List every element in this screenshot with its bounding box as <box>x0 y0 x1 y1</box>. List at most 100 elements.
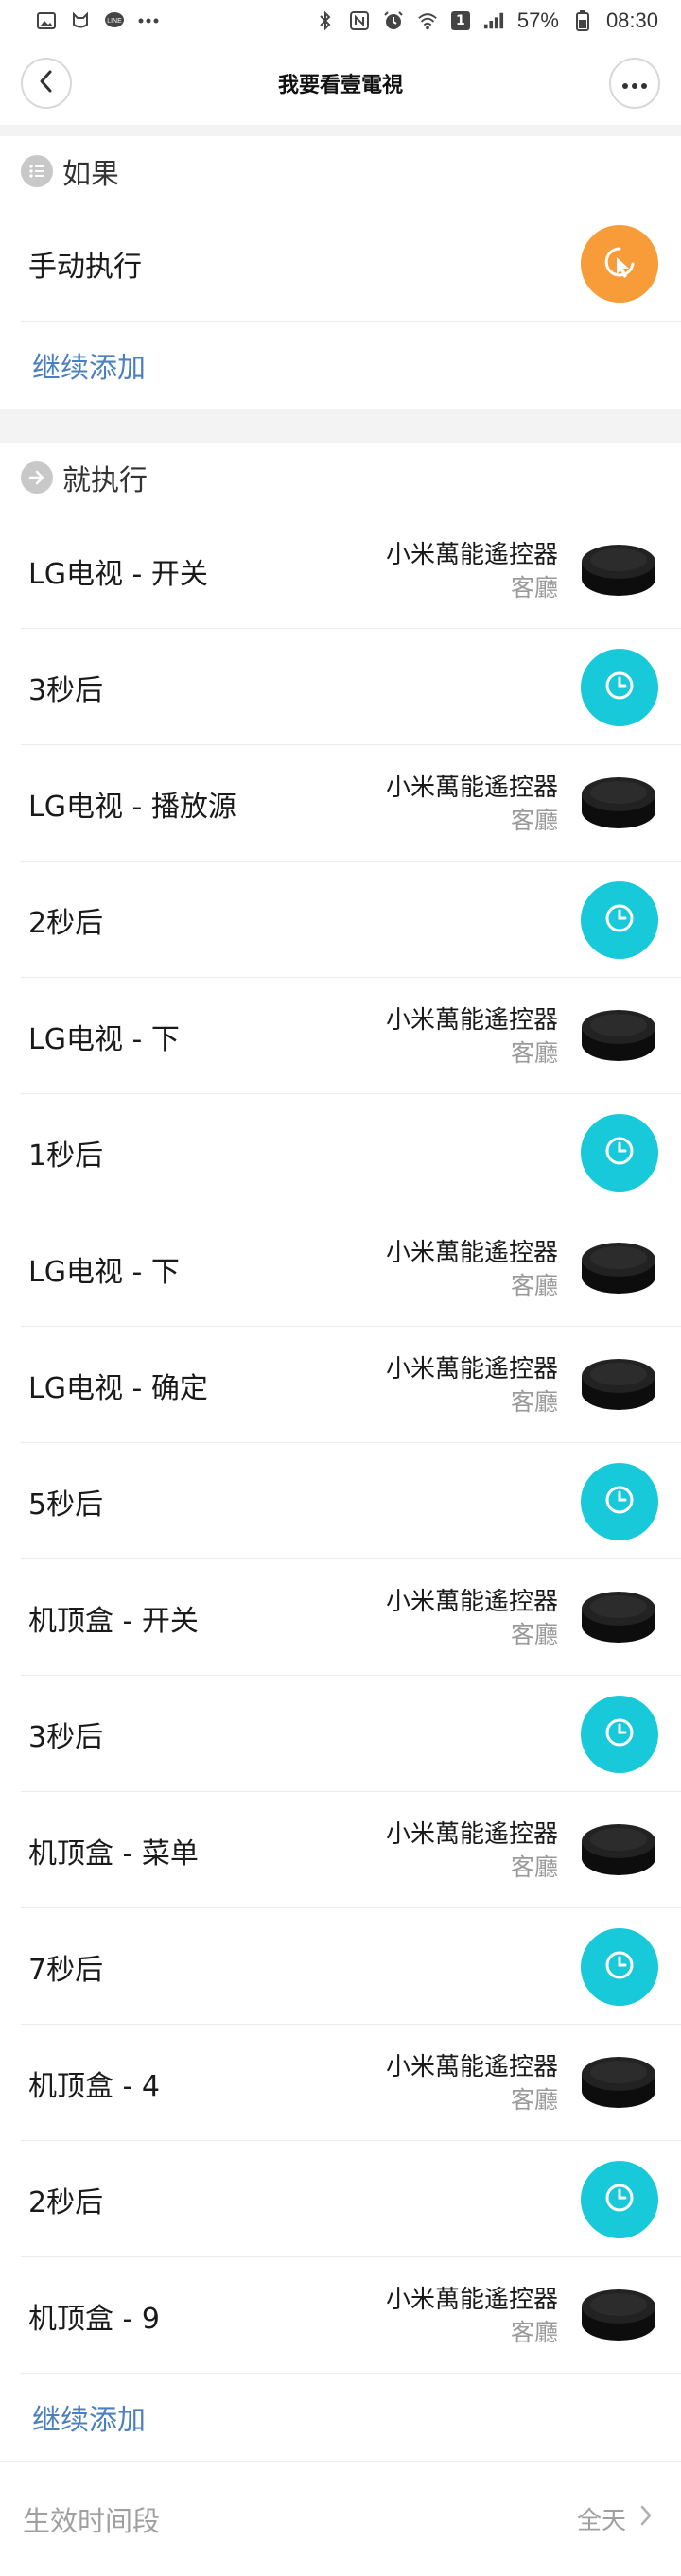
effective-period-value: 全天 <box>576 2507 626 2535</box>
action-label: LG电视 - 开关 <box>28 557 208 591</box>
clock-icon <box>602 668 637 707</box>
device-meta: 小米萬能遙控器客廳 <box>386 1818 558 1884</box>
device-action-row[interactable]: LG电视 - 开关 小米萬能遙控器客廳 <box>0 513 681 629</box>
battery-percent: 57% <box>516 9 559 32</box>
device-action-row[interactable]: 机顶盒 - 开关 小米萬能遙控器 客廳 <box>0 1559 681 1676</box>
device-name: 小米萬能遙控器 <box>385 1005 558 1035</box>
ir-remote-puck-icon <box>579 2276 658 2356</box>
trigger-label: 手动执行 <box>28 251 142 284</box>
signal-icon <box>483 10 504 31</box>
delay-button[interactable] <box>581 2160 658 2238</box>
clock-icon <box>602 1482 637 1522</box>
delay-action-row[interactable]: 2秒后 <box>0 862 681 978</box>
device-meta: 小米萬能遙控器客廳 <box>386 2050 558 2116</box>
action-label: 机顶盒 - 4 <box>28 2069 160 2103</box>
page-title: 我要看壹電視 <box>277 74 403 97</box>
if-section-header: 如果 <box>0 136 681 206</box>
ir-remote-puck-icon <box>579 1578 658 1658</box>
device-meta: 小米萬能遙控器客廳 <box>386 538 558 604</box>
device-action-row[interactable]: LG电视 - 确定 小米萬能遙控器 客廳 <box>0 1327 681 1443</box>
delay-button[interactable] <box>581 648 658 726</box>
cat-icon <box>70 10 91 31</box>
status-bar: LINE 1 57% 08:30 <box>0 0 681 42</box>
device-name: 小米萬能遙控器 <box>385 1587 558 1616</box>
more-button[interactable] <box>609 58 660 109</box>
device-room: 客廳 <box>510 1853 558 1881</box>
effective-period-row[interactable]: 生效时间段 全天 <box>0 2461 681 2576</box>
sim-slot-icon: 1 <box>450 11 470 30</box>
then-section-header: 就执行 <box>0 443 681 513</box>
device-action-row[interactable]: LG电视 - 下 小米萬能遙控器 客廳 <box>0 978 681 1094</box>
action-label: LG电视 - 下 <box>28 1255 180 1289</box>
device-meta: 小米萬能遙控器 客廳 <box>386 771 558 837</box>
delay-action-row[interactable]: 3秒后 <box>0 629 681 745</box>
device-name: 小米萬能遙控器 <box>385 1238 558 1267</box>
status-bar-right: 1 57% 08:30 <box>315 9 658 33</box>
device-name: 小米萬能遙控器 <box>385 773 558 802</box>
delay-action-row[interactable]: 3秒后 <box>0 1676 681 1792</box>
ir-remote-puck-icon <box>579 997 658 1076</box>
device-room: 客廳 <box>510 2318 558 2346</box>
ir-remote-puck-icon <box>579 1229 658 1309</box>
top-bar: 我要看壹電視 <box>0 42 681 125</box>
if-section-title: 如果 <box>62 158 119 191</box>
delay-action-row[interactable]: 2秒后 <box>0 2141 681 2257</box>
action-label: LG电视 - 播放源 <box>28 790 236 824</box>
divider-gap <box>0 125 681 136</box>
ir-remote-puck-icon <box>579 1811 658 1890</box>
trigger-row[interactable]: 手动执行 <box>0 206 681 322</box>
action-label: 2秒后 <box>28 906 104 940</box>
device-meta: 小米萬能遙控器 客廳 <box>386 1585 558 1651</box>
ir-remote-puck-icon <box>579 531 658 611</box>
status-bar-left: LINE <box>36 10 159 31</box>
device-action-row[interactable]: 机顶盒 - 9 小米萬能遙控器客廳 <box>0 2257 681 2374</box>
svg-text:LINE: LINE <box>107 18 122 25</box>
device-meta: 小米萬能遙控器客廳 <box>386 2283 558 2349</box>
delay-button[interactable] <box>581 1695 658 1773</box>
device-action-row[interactable]: LG电视 - 下 小米萬能遙控器客廳 <box>0 1210 681 1327</box>
device-room: 客廳 <box>510 573 558 601</box>
chevron-left-icon <box>38 69 55 97</box>
clock-icon <box>602 1133 637 1173</box>
action-list: LG电视 - 开关 小米萬能遙控器 客廳 3秒后 LG电视 - 播放源 小米萬能遙控器 客廳… <box>0 513 681 2374</box>
delay-action-row[interactable]: 1秒后 <box>0 1094 681 1210</box>
device-room: 客廳 <box>510 1038 558 1067</box>
manual-trigger-button[interactable] <box>581 225 658 303</box>
back-button[interactable] <box>21 58 72 109</box>
device-name: 小米萬能遙控器 <box>385 1819 558 1849</box>
wifi-icon <box>417 10 438 31</box>
ir-remote-puck-icon <box>579 764 658 844</box>
device-room: 客廳 <box>510 2085 558 2114</box>
device-name: 小米萬能遙控器 <box>385 2285 558 2314</box>
delay-button[interactable] <box>581 1462 658 1540</box>
device-action-row[interactable]: 机顶盒 - 菜单 小米萬能遙控器客廳 <box>0 1792 681 1908</box>
delay-action-row[interactable]: 7秒后 <box>0 1908 681 2025</box>
chevron-right-icon <box>639 2504 653 2533</box>
device-room: 客廳 <box>510 1271 558 1299</box>
effective-period-value-group: 全天 <box>577 2501 653 2536</box>
action-label: 机顶盒 - 菜单 <box>28 1836 199 1871</box>
more-dots-icon <box>622 75 647 93</box>
delay-button[interactable] <box>581 880 658 959</box>
if-add-more-link[interactable]: 继续添加 <box>0 322 681 409</box>
nfc-icon <box>349 10 370 31</box>
bluetooth-icon <box>315 10 336 31</box>
action-label: 机顶盒 - 9 <box>28 2302 160 2336</box>
delay-action-row[interactable]: 5秒后 <box>0 1443 681 1559</box>
action-label: LG电视 - 确定 <box>28 1371 208 1405</box>
clock-time: 08:30 <box>605 9 658 32</box>
device-name: 小米萬能遙控器 <box>385 2052 558 2081</box>
sim-slot-number: 1 <box>456 13 465 28</box>
delay-button[interactable] <box>581 1927 658 2006</box>
then-add-more-link[interactable]: 继续添加 <box>0 2374 681 2461</box>
list-icon <box>21 155 53 187</box>
divider-gap <box>0 409 681 443</box>
ir-remote-puck-icon <box>579 2044 658 2123</box>
delay-button[interactable] <box>581 1113 658 1192</box>
gallery-icon <box>36 10 57 31</box>
device-name: 小米萬能遙控器 <box>385 540 558 569</box>
line-app-icon: LINE <box>104 10 125 31</box>
device-action-row[interactable]: LG电视 - 播放源 小米萬能遙控器 客廳 <box>0 745 681 862</box>
alarm-icon <box>383 10 404 31</box>
device-action-row[interactable]: 机顶盒 - 4 小米萬能遙控器客廳 <box>0 2025 681 2141</box>
